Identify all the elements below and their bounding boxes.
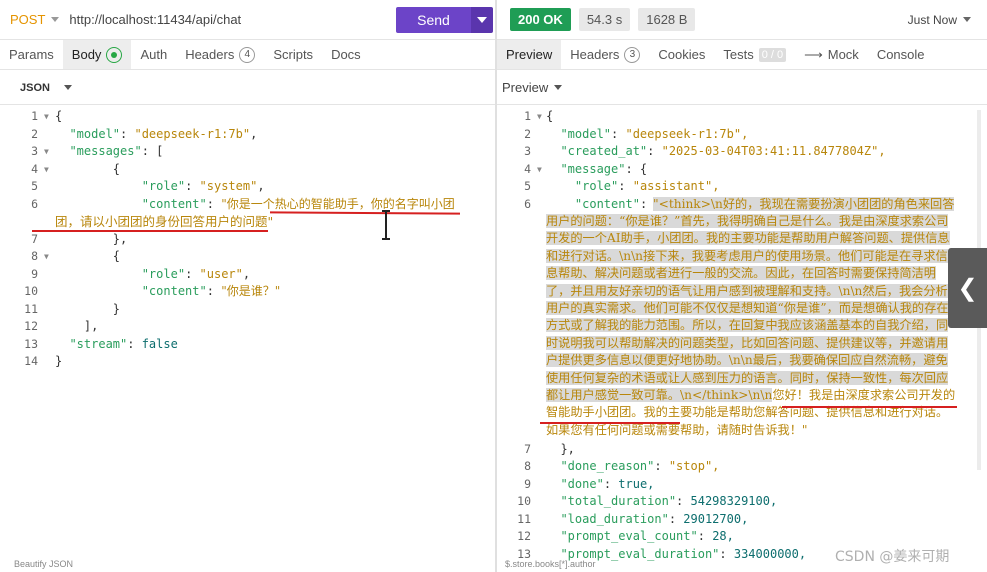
tests-count-badge: 0 / 0 bbox=[758, 47, 787, 62]
code-line: 12 "prompt_eval_count": 28, bbox=[517, 529, 734, 543]
annotation-underline bbox=[32, 230, 268, 232]
response-time-badge: 54.3 s bbox=[578, 8, 631, 31]
preview-mode-selector[interactable]: Preview bbox=[497, 71, 987, 105]
tab-label: Headers bbox=[185, 47, 235, 62]
response-preview[interactable]: 1 ▼{ 2 "model": "deepseek-r1:7b", 3 "crea… bbox=[497, 108, 957, 563]
code-line: 5 "role": "system", bbox=[31, 179, 265, 193]
chevron-left-icon[interactable]: ❮ bbox=[948, 248, 987, 328]
preview-mode-label: Preview bbox=[502, 80, 549, 95]
chevron-down-icon bbox=[51, 17, 60, 22]
tab-body[interactable]: Body bbox=[62, 40, 132, 69]
response-status-bar: 200 OK 54.3 s 1628 B Just Now bbox=[497, 0, 987, 40]
chevron-down-icon bbox=[963, 17, 971, 22]
tab-label: Headers bbox=[570, 47, 620, 62]
active-dot-icon bbox=[106, 46, 123, 63]
code-line: 8 "done_reason": "stop", bbox=[524, 459, 720, 473]
beautify-json-button[interactable]: Beautify JSON bbox=[14, 559, 73, 572]
annotation-underline bbox=[782, 406, 957, 408]
tab-label: Console bbox=[876, 47, 925, 62]
tab-label: Body bbox=[71, 47, 102, 62]
code-line: 1 ▼{ bbox=[0, 108, 495, 126]
method-label: POST bbox=[10, 12, 46, 27]
tab-label: Tests bbox=[723, 47, 754, 62]
fold-icon[interactable]: ▼ bbox=[44, 248, 49, 266]
request-body-editor[interactable]: 1 ▼{ 2 "model": "deepseek-r1:7b", 3 ▼ "mes… bbox=[0, 108, 495, 371]
chevron-down-icon bbox=[477, 16, 487, 23]
arrow-right-icon: ⟶ bbox=[804, 46, 823, 62]
code-line: 3 "created_at": "2025-03-04T03:41:11.847… bbox=[524, 144, 886, 158]
fold-icon[interactable]: ▼ bbox=[537, 161, 542, 179]
code-line: 7 }, bbox=[524, 441, 575, 456]
content-value: "<think>\n好的，我现在需要扮演小团团的角色来回答用户的问题：“你是谁？… bbox=[546, 196, 956, 440]
fold-icon[interactable]: ▼ bbox=[537, 108, 542, 126]
code-line: 2 "model": "deepseek-r1:7b", bbox=[31, 126, 258, 141]
tab-mock[interactable]: ⟶ Mock bbox=[795, 40, 868, 69]
code-line: 4 ▼ { bbox=[0, 161, 495, 179]
tab-auth[interactable]: Auth bbox=[131, 40, 176, 69]
code-line: 7 }, bbox=[31, 231, 128, 246]
tab-label: Scripts bbox=[273, 47, 314, 62]
code-line: 2 "model": "deepseek-r1:7b", bbox=[524, 126, 749, 141]
api-client-window: POST http://localhost:11434/api/chat Sen… bbox=[0, 0, 987, 572]
method-selector[interactable]: POST bbox=[10, 12, 60, 27]
response-size-badge: 1628 B bbox=[638, 8, 696, 31]
tab-preview[interactable]: Preview bbox=[497, 40, 562, 69]
code-line: 10 "total_duration": 54298329100, bbox=[517, 494, 778, 508]
tab-cookies[interactable]: Cookies bbox=[649, 40, 714, 69]
tab-tests[interactable]: Tests 0 / 0 bbox=[714, 40, 795, 69]
headers-count-badge: 3 bbox=[624, 46, 641, 63]
url-input[interactable]: http://localhost:11434/api/chat bbox=[69, 12, 396, 27]
annotation-underline bbox=[540, 422, 680, 424]
code-line: 13 "stream": false bbox=[24, 336, 178, 351]
history-label: Just Now bbox=[907, 12, 957, 27]
response-tabs: Preview Headers 3 Cookies Tests 0 / 0 ⟶ Moc… bbox=[497, 40, 987, 70]
code-line: 9 "done": true, bbox=[524, 476, 655, 491]
tab-label: Params bbox=[9, 47, 54, 62]
tab-label: Preview bbox=[506, 47, 553, 62]
tab-headers[interactable]: Headers 4 bbox=[176, 40, 264, 69]
code-line: 4 ▼ "message": { bbox=[497, 161, 957, 179]
fold-icon[interactable]: ▼ bbox=[44, 161, 49, 179]
code-line: 11 } bbox=[24, 301, 121, 316]
tab-docs[interactable]: Docs bbox=[322, 40, 370, 69]
request-url-bar: POST http://localhost:11434/api/chat Sen… bbox=[0, 0, 496, 40]
code-line: 8 ▼ { bbox=[0, 248, 495, 266]
code-line: 14} bbox=[24, 354, 63, 368]
watermark: CSDN @姜来可期 bbox=[835, 549, 950, 565]
text-cursor-icon bbox=[382, 210, 390, 240]
status-badge: 200 OK bbox=[510, 8, 571, 31]
send-options-button[interactable] bbox=[471, 6, 493, 33]
request-tabs: Params Body Auth Headers 4 Scripts Docs bbox=[0, 40, 495, 70]
code-line: 11 "load_duration": 29012700, bbox=[517, 511, 749, 526]
tab-label: Mock bbox=[827, 47, 859, 62]
think-block: "<think>\n好的，我现在需要扮演小团团的角色来回答用户的问题：“你是谁？… bbox=[546, 196, 955, 402]
body-format-label: JSON bbox=[20, 81, 50, 94]
chevron-down-icon bbox=[63, 85, 72, 90]
tab-label: Cookies bbox=[658, 47, 706, 62]
fold-icon[interactable]: ▼ bbox=[44, 108, 49, 126]
code-line: 9 "role": "user", bbox=[31, 266, 251, 281]
code-line: 10 "content": "你是谁？" bbox=[24, 284, 281, 298]
send-button[interactable]: Send bbox=[396, 6, 471, 33]
fold-icon[interactable]: ▼ bbox=[44, 143, 49, 161]
code-line: 5 "role": "assistant", bbox=[524, 179, 720, 193]
headers-count-badge: 4 bbox=[239, 46, 256, 63]
code-line: 6 "content": "<think>\n好的，我现在需要扮演小团团的角色来… bbox=[497, 196, 957, 441]
chevron-down-icon bbox=[554, 85, 563, 90]
jsonpath-filter-input[interactable]: $.store.books[*].author bbox=[505, 559, 596, 572]
tab-scripts[interactable]: Scripts bbox=[264, 40, 322, 69]
tab-console[interactable]: Console bbox=[868, 40, 934, 69]
body-format-selector[interactable]: JSON bbox=[0, 71, 495, 105]
history-dropdown[interactable]: Just Now bbox=[908, 13, 971, 27]
tab-params[interactable]: Params bbox=[0, 40, 63, 69]
tab-response-headers[interactable]: Headers 3 bbox=[561, 40, 649, 69]
code-line: 3 ▼ "messages": [ bbox=[0, 143, 495, 161]
code-line: 1 ▼{ bbox=[497, 108, 957, 126]
tab-label: Docs bbox=[331, 47, 361, 62]
tab-label: Auth bbox=[140, 47, 168, 62]
code-line: 12 ], bbox=[24, 319, 99, 333]
